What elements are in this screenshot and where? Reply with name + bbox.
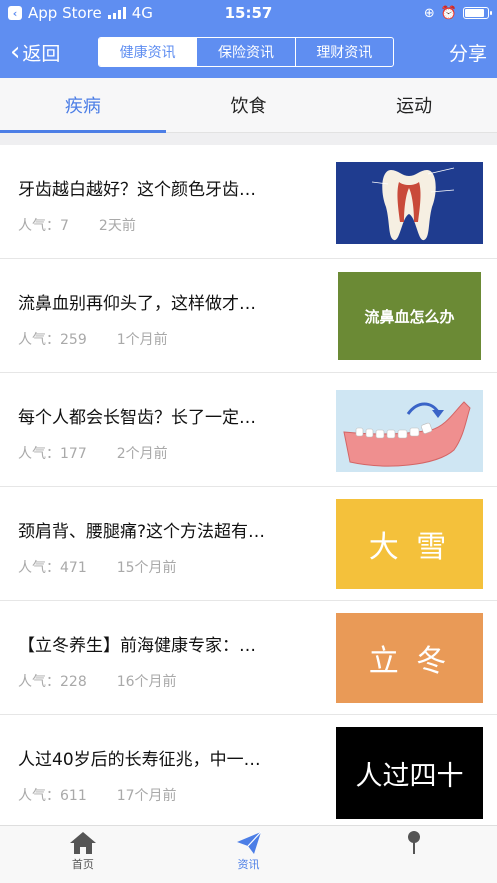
- tabbar-home-label: 首页: [71, 858, 94, 871]
- tab-diet[interactable]: 饮食: [166, 78, 332, 132]
- tabbar-profile[interactable]: [331, 826, 497, 883]
- back-button[interactable]: ‹ 返回: [10, 39, 60, 66]
- article-time: 2天前: [98, 218, 136, 234]
- section-divider: [0, 133, 497, 145]
- chevron-left-icon: ‹: [10, 37, 21, 67]
- segment-finance[interactable]: 理财资讯: [294, 38, 393, 66]
- battery-icon: [463, 7, 492, 19]
- thumbnail-text: 人过四十: [355, 760, 464, 792]
- article-item[interactable]: 【立冬养生】前海健康专家：… 人气：228 16个月前 立 冬: [0, 601, 497, 715]
- person-icon: [408, 831, 421, 854]
- article-popularity: 人气：471: [18, 560, 87, 576]
- status-bar: ‹ App Store 4G 15:57 ⊕ ⏰: [0, 0, 497, 26]
- tab-exercise[interactable]: 运动: [331, 78, 497, 132]
- topic-tabs: 疾病 饮食 运动: [0, 78, 497, 133]
- article-thumbnail-over-forty: 人过四十: [336, 727, 483, 819]
- article-thumbnail-nosebleed: 流鼻血怎么办: [338, 272, 481, 360]
- segment-health[interactable]: 健康资讯: [99, 38, 197, 66]
- article-item[interactable]: 颈肩背、腰腿痛?这个方法超有… 人气：471 15个月前 大 雪: [0, 487, 497, 601]
- article-meta: 人气：177 2个月前: [18, 443, 168, 463]
- top-bar: ‹ App Store 4G 15:57 ⊕ ⏰ ‹ 返回 健康资讯 保险资讯 …: [0, 0, 497, 78]
- article-popularity: 人气：228: [18, 674, 87, 690]
- article-thumbnail-heavy-snow: 大 雪: [336, 499, 483, 589]
- status-time: 15:57: [224, 4, 273, 22]
- thumbnail-text: 立 冬: [368, 644, 451, 679]
- article-meta: 人气：259 1个月前: [18, 329, 168, 349]
- article-popularity: 人气：177: [18, 446, 87, 462]
- navigation-bar: ‹ 返回 健康资讯 保险资讯 理财资讯 分享: [0, 26, 497, 78]
- article-time: 15个月前: [116, 560, 177, 576]
- article-list: 牙齿越白越好？这个颜色牙齿… 人气：7 2天前 流鼻血别再仰头了，这样做才… 人…: [0, 145, 497, 825]
- network-type: 4G: [131, 4, 153, 22]
- article-thumbnail-tooth: [336, 162, 483, 244]
- article-meta: 人气：7 2天前: [18, 215, 136, 235]
- thumbnail-text: 流鼻血怎么办: [364, 307, 455, 326]
- article-meta: 人气：471 15个月前: [18, 557, 177, 577]
- article-time: 1个月前: [116, 332, 168, 348]
- article-item[interactable]: 每个人都会长智齿？长了一定… 人气：177 2个月前: [0, 373, 497, 487]
- article-popularity: 人气：611: [18, 788, 87, 804]
- alarm-icon: ⏰: [440, 5, 457, 21]
- jaw-diagram-icon: [336, 390, 483, 472]
- tabbar-news-label: 资讯: [237, 858, 260, 871]
- back-label: 返回: [22, 42, 61, 65]
- tabbar-home[interactable]: 首页: [0, 826, 166, 883]
- thumbnail-text: 大 雪: [368, 530, 451, 565]
- bottom-tab-bar: 首页 资讯: [0, 825, 497, 883]
- article-title: 流鼻血别再仰头了，这样做才…: [18, 294, 256, 314]
- article-title: 每个人都会长智齿？长了一定…: [18, 408, 256, 428]
- category-segmented-control: 健康资讯 保险资讯 理财资讯: [98, 37, 394, 67]
- return-to-app-icon[interactable]: ‹: [8, 6, 22, 20]
- segment-insurance[interactable]: 保险资讯: [196, 38, 294, 66]
- tabbar-news[interactable]: 资讯: [166, 826, 332, 883]
- article-item[interactable]: 牙齿越白越好？这个颜色牙齿… 人气：7 2天前: [0, 145, 497, 259]
- article-item[interactable]: 人过40岁后的长寿征兆，中一… 人气：611 17个月前 人过四十: [0, 715, 497, 825]
- article-time: 2个月前: [116, 446, 168, 462]
- article-title: 牙齿越白越好？这个颜色牙齿…: [18, 180, 256, 200]
- article-title: 人过40岁后的长寿征兆，中一…: [18, 750, 261, 770]
- article-item[interactable]: 流鼻血别再仰头了，这样做才… 人气：259 1个月前 流鼻血怎么办: [0, 259, 497, 373]
- home-icon: [69, 832, 96, 854]
- article-title: 颈肩背、腰腿痛?这个方法超有…: [18, 522, 266, 542]
- article-popularity: 人气：259: [18, 332, 87, 348]
- orientation-lock-icon: ⊕: [423, 5, 435, 21]
- return-app-name[interactable]: App Store: [28, 4, 102, 22]
- article-time: 17个月前: [116, 788, 177, 804]
- paper-plane-icon: [236, 831, 261, 854]
- article-meta: 人气：228 16个月前: [18, 671, 177, 691]
- article-thumbnail-jaw: [336, 390, 483, 472]
- share-button[interactable]: 分享: [449, 39, 487, 66]
- article-title: 【立冬养生】前海健康专家：…: [18, 636, 256, 656]
- signal-icon: [107, 7, 126, 19]
- article-time: 16个月前: [116, 674, 177, 690]
- article-popularity: 人气：7: [18, 218, 69, 234]
- tab-disease[interactable]: 疾病: [0, 78, 166, 133]
- article-meta: 人气：611 17个月前: [18, 785, 177, 805]
- article-thumbnail-winter-start: 立 冬: [336, 613, 483, 703]
- tooth-diagram-icon: [336, 162, 483, 244]
